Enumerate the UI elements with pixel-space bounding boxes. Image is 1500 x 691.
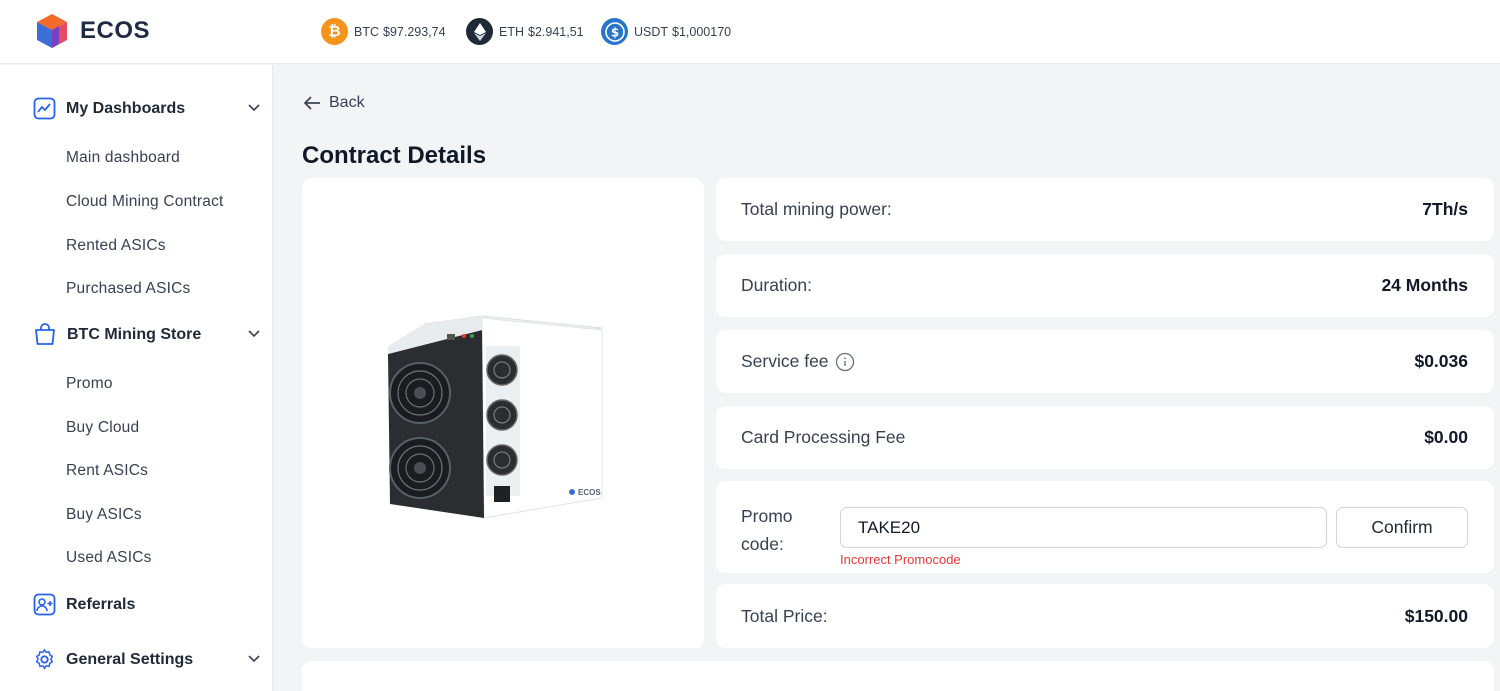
total-value: $150.00 <box>1404 605 1468 626</box>
ticker-btc-symbol: BTC <box>354 24 379 39</box>
detail-row-mining-power: Total mining power: 7Th/s <box>716 178 1494 241</box>
bottom-card <box>302 661 1494 691</box>
gear-icon <box>35 649 54 670</box>
sidebar-item-buy-asics[interactable]: Buy ASICs <box>66 506 142 524</box>
detail-key: Service fee <box>741 351 829 371</box>
detail-row-duration: Duration: 24 Months <box>716 254 1494 317</box>
detail-value: $0.00 <box>1424 427 1468 447</box>
nav-group-referrals[interactable]: Referrals <box>33 593 261 616</box>
bitcoin-icon: ₿ <box>321 18 348 45</box>
ticker-eth-price: $2.941,51 <box>528 24 584 39</box>
ethereum-icon <box>466 18 493 45</box>
nav-group-label: My Dashboards <box>66 99 186 117</box>
sidebar-item-cloud-mining-contract[interactable]: Cloud Mining Contract <box>66 193 224 211</box>
total-price-row: Total Price: $150.00 <box>716 584 1494 648</box>
back-link[interactable]: Back <box>303 94 365 112</box>
shopping-bag-icon <box>35 323 55 345</box>
ticker-eth: ETH $2.941,51 <box>466 18 584 45</box>
page-title: Contract Details <box>302 142 487 169</box>
chevron-down-icon[interactable] <box>247 327 261 341</box>
usdt-icon: $ <box>601 18 628 45</box>
detail-value: 7Th/s <box>1422 199 1468 219</box>
sidebar-item-main-dashboard[interactable]: Main dashboard <box>66 149 180 167</box>
ticker-btc-price: $97.293,74 <box>383 24 446 39</box>
product-brand-text: ECOS <box>578 488 601 497</box>
detail-key: Duration: <box>741 275 813 295</box>
sidebar-item-purchased-asics[interactable]: Purchased ASICs <box>66 280 190 298</box>
nav-group-label: BTC Mining Store <box>67 325 202 343</box>
detail-key: Total mining power: <box>741 199 892 219</box>
ecos-logo-icon <box>37 14 67 48</box>
promo-code-card: Promo code: Incorrect Promocode Confirm <box>716 481 1494 573</box>
product-image-card: ECOS <box>302 178 704 648</box>
asic-miner-image: ECOS <box>388 315 603 519</box>
ticker-usdt-price: $1,000170 <box>672 24 732 39</box>
confirm-button[interactable]: Confirm <box>1336 507 1468 548</box>
detail-key-wrap: Service fee <box>741 351 855 372</box>
promo-label: Promo code: <box>741 502 793 558</box>
ticker-btc: ₿ BTC $97.293,74 <box>321 18 446 45</box>
add-user-icon <box>33 593 56 616</box>
promo-code-input[interactable] <box>840 507 1327 548</box>
total-key: Total Price: <box>741 605 828 626</box>
sidebar-item-promo[interactable]: Promo <box>66 375 113 393</box>
detail-value: $0.036 <box>1414 351 1468 371</box>
ticker-usdt-symbol: USDT <box>634 24 669 39</box>
detail-key: Card Processing Fee <box>741 427 906 447</box>
ticker-usdt: $ USDT $1,000170 <box>601 18 731 45</box>
back-label: Back <box>329 94 365 111</box>
detail-row-service-fee: Service fee $0.036 <box>716 330 1494 393</box>
nav-group-label: Referrals <box>66 595 136 613</box>
chevron-down-icon[interactable] <box>247 101 261 115</box>
detail-row-card-processing-fee: Card Processing Fee $0.00 <box>716 406 1494 469</box>
arrow-left-icon <box>303 96 320 110</box>
nav-group-general-settings[interactable]: General Settings <box>33 648 261 671</box>
sidebar-item-rent-asics[interactable]: Rent ASICs <box>66 462 148 480</box>
info-icon[interactable] <box>835 352 855 372</box>
sidebar-item-used-asics[interactable]: Used ASICs <box>66 549 152 567</box>
nav-group-btc-mining-store[interactable]: BTC Mining Store <box>33 323 261 346</box>
top-header: ECOS ₿ BTC $97.293,74 ETH $2.941,51 $ US… <box>0 0 1500 64</box>
promo-label-line2: code: <box>741 534 784 554</box>
nav-group-my-dashboards[interactable]: My Dashboards <box>33 97 261 120</box>
detail-value: 24 Months <box>1381 275 1468 295</box>
chevron-down-icon[interactable] <box>247 652 261 666</box>
brand-logo[interactable]: ECOS <box>36 13 150 49</box>
sidebar-item-buy-cloud[interactable]: Buy Cloud <box>66 419 139 437</box>
promo-label-line1: Promo <box>741 506 793 526</box>
ticker-eth-symbol: ETH <box>499 24 524 39</box>
brand-name: ECOS <box>80 17 151 44</box>
nav-group-label: General Settings <box>66 650 194 668</box>
chart-icon <box>33 97 56 120</box>
svg-text:$: $ <box>610 25 618 39</box>
sidebar-item-rented-asics[interactable]: Rented ASICs <box>66 237 166 255</box>
promo-error-message: Incorrect Promocode <box>840 552 961 567</box>
sidebar: My Dashboards Main dashboard Cloud Minin… <box>0 65 273 691</box>
